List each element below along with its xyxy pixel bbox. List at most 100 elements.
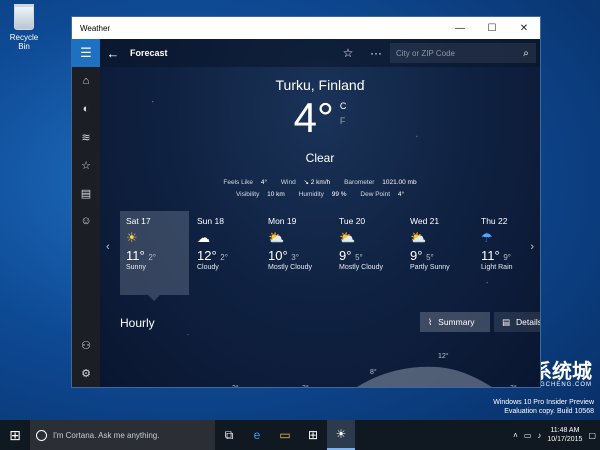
- day-high: 9°: [339, 248, 352, 263]
- account-icon[interactable]: ⚇: [72, 331, 100, 359]
- weather-app-icon[interactable]: ☀: [327, 420, 355, 450]
- task-view-icon[interactable]: ⧉: [215, 420, 243, 450]
- back-arrow-icon[interactable]: ←: [100, 46, 126, 61]
- day-card[interactable]: Wed 21 ⛅ 9° 5° Partly Sunny: [404, 211, 473, 295]
- wind-value: ↘ 2 km/h: [303, 179, 331, 186]
- day-high: 9°: [410, 248, 423, 263]
- cortana-search-box[interactable]: I'm Cortana. Ask me anything.: [30, 420, 215, 450]
- window-title: Weather: [80, 23, 111, 33]
- day-card[interactable]: Tue 20 ⛅ 9° 5° Mostly Cloudy: [333, 211, 402, 295]
- page-title: Forecast: [130, 48, 168, 58]
- city-search-input[interactable]: [396, 48, 516, 58]
- mostly-cloudy-icon: ⛅: [339, 230, 356, 245]
- historical-weather-icon[interactable]: ≋: [72, 123, 100, 151]
- recycle-bin[interactable]: Recycle Bin: [4, 4, 44, 51]
- network-icon[interactable]: ▭: [524, 431, 532, 440]
- places-icon[interactable]: ☆: [72, 151, 100, 179]
- more-options-icon[interactable]: ···: [362, 46, 390, 60]
- day-high: 11°: [481, 248, 500, 263]
- feels-like-value: 4°: [260, 179, 268, 186]
- recycle-bin-icon: [14, 4, 34, 30]
- news-icon[interactable]: ▤: [72, 179, 100, 207]
- windows-start-icon[interactable]: ⊞: [0, 427, 30, 444]
- next-days-chevron-icon[interactable]: ›: [530, 241, 534, 253]
- day-condition: Mostly Cloudy: [339, 264, 383, 271]
- taskbar: ⊞ I'm Cortana. Ask me anything. ⧉ e ▭ ⊞ …: [0, 420, 600, 450]
- humidity-label: Humidity: [298, 191, 324, 198]
- maximize-button[interactable]: ☐: [476, 23, 508, 34]
- day-low: 2°: [148, 253, 156, 262]
- clock-date: 10/17/2015: [547, 436, 583, 443]
- day-name: Tue 20: [339, 216, 366, 226]
- day-name: Sun 18: [197, 216, 224, 226]
- settings-gear-icon[interactable]: ⚙: [72, 359, 100, 387]
- day-card[interactable]: Sun 18 ☁ 12° 2° Cloudy: [191, 211, 260, 295]
- sunny-icon: ☀: [126, 230, 138, 245]
- title-bar[interactable]: Weather — ☐ ✕: [72, 17, 540, 39]
- dew-point-label: Dew Point: [360, 191, 391, 198]
- system-tray: ˄ ▭ ♪ 11:48 AM 10/17/2015 ▢: [513, 426, 600, 444]
- barometer-label: Barometer: [344, 179, 375, 186]
- previous-days-chevron-icon[interactable]: ‹: [106, 241, 110, 253]
- day-high: 10°: [268, 248, 288, 263]
- day-condition: Sunny: [126, 264, 146, 271]
- list-icon: ▤: [502, 316, 511, 327]
- current-condition: Clear: [305, 151, 335, 165]
- humidity-value: 99 %: [331, 191, 347, 198]
- store-icon[interactable]: ⊞: [299, 420, 327, 450]
- hour-temp: 3°: [510, 385, 517, 387]
- day-condition: Cloudy: [197, 264, 219, 271]
- day-card[interactable]: Sat 17 ☀ 11° 2° Sunny: [120, 211, 189, 301]
- tray-up-chevron-icon[interactable]: ˄: [513, 431, 518, 440]
- daily-forecast: ‹ Sat 17 ☀ 11° 2° Sunny Sun 18 ☁ 12° 2° …: [100, 211, 540, 301]
- clock[interactable]: 11:48 AM 10/17/2015: [547, 426, 582, 444]
- feedback-icon[interactable]: ☺: [72, 207, 100, 235]
- app-top-bar: ← Forecast ☆ ··· ⌕: [100, 39, 540, 67]
- day-condition: Mostly Cloudy: [268, 264, 312, 271]
- day-name: Thu 22: [481, 216, 508, 226]
- home-icon[interactable]: ⌂: [72, 67, 100, 95]
- wind-label: Wind: [280, 179, 296, 186]
- chart-icon: ⌇: [428, 316, 433, 327]
- day-low: 2°: [220, 253, 228, 262]
- action-center-icon[interactable]: ▢: [588, 431, 596, 440]
- search-icon[interactable]: ⌕: [516, 48, 536, 59]
- dew-point-value: 4°: [397, 191, 405, 198]
- details-button[interactable]: ▤ Details: [494, 312, 540, 332]
- file-explorer-icon[interactable]: ▭: [271, 420, 299, 450]
- logo-text: 系统城: [532, 360, 592, 383]
- cloudy-icon: ☁: [197, 230, 210, 245]
- maps-icon[interactable]: ◐: [72, 95, 100, 123]
- location-name: Turku, Finland: [275, 77, 365, 93]
- close-button[interactable]: ✕: [508, 23, 540, 34]
- day-low: 5°: [355, 253, 363, 262]
- minimize-button[interactable]: —: [444, 23, 476, 34]
- fahrenheit-toggle[interactable]: F: [340, 116, 347, 126]
- day-card[interactable]: Mon 19 ⛅ 10° 3° Mostly Cloudy: [262, 211, 331, 295]
- day-name: Sat 17: [126, 216, 151, 226]
- search-box: ⌕: [390, 43, 536, 63]
- edge-browser-icon[interactable]: e: [243, 420, 271, 450]
- cortana-icon: [36, 429, 47, 441]
- weather-window: Weather — ☐ ✕ ☰ ⌂ ◐ ≋ ☆ ▤ ☺ ⚇ ⚙ ← Foreca…: [71, 16, 541, 388]
- favorite-star-icon[interactable]: ☆: [334, 46, 362, 60]
- barometer-value: 1021.00 mb: [382, 179, 417, 186]
- volume-icon[interactable]: ♪: [537, 431, 541, 440]
- feels-like-label: Feels Like: [223, 179, 254, 186]
- day-name: Mon 19: [268, 216, 297, 226]
- day-low: 3°: [291, 253, 299, 262]
- hamburger-menu-icon[interactable]: ☰: [72, 39, 100, 67]
- recycle-bin-label: Recycle Bin: [9, 33, 39, 51]
- details-label: Details: [516, 317, 540, 327]
- day-low: 5°: [426, 253, 434, 262]
- hour-temp: 3°: [232, 385, 239, 387]
- summary-label: Summary: [438, 317, 475, 327]
- hour-temp: 3°: [302, 385, 309, 387]
- day-card[interactable]: Thu 22 ☂ 11° 9° Light Rain: [475, 211, 540, 295]
- day-name: Wed 21: [410, 216, 440, 226]
- day-condition: Partly Sunny: [410, 264, 450, 271]
- summary-button[interactable]: ⌇ Summary: [420, 312, 490, 332]
- hourly-heading: Hourly: [120, 316, 155, 330]
- celsius-toggle[interactable]: C: [340, 101, 347, 111]
- watermark-line-2: Evaluation copy. Build 10568: [504, 408, 594, 415]
